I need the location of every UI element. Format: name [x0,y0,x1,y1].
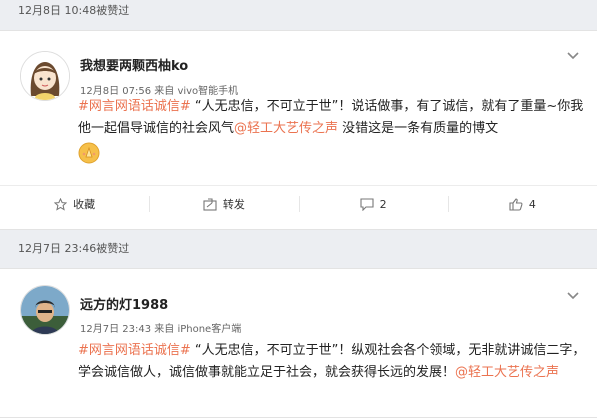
post-text: #网言网语话诚信# “人无忠信，不可立于世”！说话做事，有了诚信，就有了重量~你… [78,96,588,166]
comment-button[interactable]: 2 [298,186,448,222]
like-notice-header: 12月7日 23:46被赞过 [0,238,597,268]
username[interactable]: 我想要两颗西柚ko [80,55,188,74]
mention-link[interactable]: @轻工大艺传之声 [455,365,559,380]
girl-avatar-icon [21,52,69,100]
like-notice-text: 12月8日 10:48被赞过 [18,4,130,17]
username[interactable]: 远方的灯1988 [80,294,168,313]
repost-label: 转发 [222,198,245,211]
comment-count: 2 [379,197,387,211]
post-action-bar: 收藏 转发 2 4 [0,185,597,222]
hashtag-link[interactable]: #网言网语话诚信# [78,343,191,358]
like-button[interactable]: 4 [447,186,597,222]
weibo-post-card: 我想要两颗西柚ko 12月8日 07:56 来自 vivo智能手机 #网言网语话… [0,30,597,230]
post-body-tail: 没错这是一条有质量的博文 [338,121,499,136]
like-count: 4 [528,197,536,211]
mention-link[interactable]: @轻工大艺传之声 [234,121,338,136]
weibo-post-card: 远方的灯1988 12月7日 23:43 来自 iPhone客户端 #网言网语话… [0,268,597,418]
avatar[interactable] [20,285,70,335]
star-icon [54,197,68,211]
repost-button[interactable]: 转发 [149,186,298,222]
like-notice-header: 12月8日 10:48被赞过 [0,0,597,30]
repost-icon [203,197,217,211]
favorite-button[interactable]: 收藏 [0,186,149,222]
pray-emoji-icon [78,142,100,164]
post-meta: 12月7日 23:43 来自 iPhone客户端 [80,324,242,335]
chevron-down-icon[interactable] [566,291,580,301]
comment-icon [360,197,374,211]
man-avatar-icon [21,286,69,334]
favorite-label: 收藏 [73,198,96,211]
avatar[interactable] [20,51,70,101]
like-icon [509,197,523,211]
hashtag-link[interactable]: #网言网语话诚信# [78,99,191,114]
post-text: #网言网语话诚信# “人无忠信，不可立于世”！纵观社会各个领域，无非就讲诚信二字… [78,340,588,384]
like-notice-text: 12月7日 23:46被赞过 [18,242,130,255]
post-meta: 12月8日 07:56 来自 vivo智能手机 [80,86,239,97]
chevron-down-icon[interactable] [566,51,580,61]
